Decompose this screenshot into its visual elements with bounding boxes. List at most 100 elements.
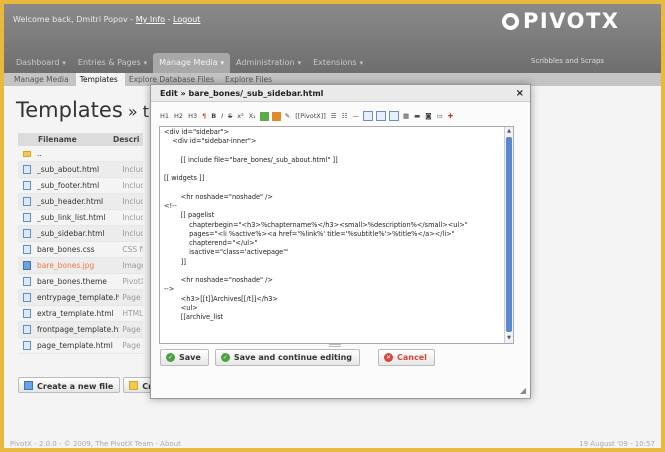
- cancel-icon: ✕: [384, 353, 393, 362]
- grid-icon[interactable]: ▦: [402, 112, 410, 120]
- paragraph-icon[interactable]: ¶: [201, 112, 207, 120]
- save-button[interactable]: ✓ Save: [160, 349, 209, 366]
- scrollbar-thumb[interactable]: [506, 137, 512, 332]
- file-icon: [23, 197, 31, 206]
- file-name[interactable]: page_template.html: [37, 341, 119, 350]
- file-icon: [23, 181, 31, 190]
- div-icon[interactable]: [375, 111, 386, 121]
- template-code[interactable]: <div id="sidebar"> <div id="sidebar-inne…: [164, 128, 499, 322]
- subtab-templates[interactable]: Templates: [75, 73, 125, 86]
- file-name[interactable]: bare_bones.theme: [37, 277, 119, 286]
- file-name[interactable]: ..: [37, 149, 119, 158]
- main-nav: Dashboard ▾ Entries & Pages ▾ Manage Media…: [10, 53, 369, 73]
- scroll-down-icon[interactable]: ▼: [506, 335, 512, 341]
- column-filename[interactable]: Filename: [18, 135, 108, 146]
- table-row[interactable]: extra_template.htmlHTML t: [18, 306, 143, 322]
- list-icon[interactable]: ☰: [330, 112, 338, 120]
- table-row[interactable]: _sub_about.html Includ: [18, 162, 143, 178]
- file-name[interactable]: bare_bones.jpg: [37, 261, 119, 270]
- horizontal-rule-button[interactable]: —: [351, 112, 360, 120]
- editor-scrollbar[interactable]: ▲ ▼: [504, 127, 513, 343]
- comment-icon[interactable]: ▭: [436, 112, 444, 120]
- table-row[interactable]: bare_bones.themePivotX: [18, 274, 143, 290]
- dialog-buttons: ✓ Save ✓ Save and continue editing ✕ Cancel: [160, 349, 435, 366]
- superscript-button[interactable]: x²: [236, 112, 244, 120]
- heading3-button[interactable]: H3: [187, 112, 198, 120]
- heading2-button[interactable]: H2: [173, 112, 184, 120]
- edit-template-dialog: Edit » bare_bones/_sub_sidebar.html × H1…: [150, 84, 531, 399]
- welcome-text: Welcome back, Dmitri Popov - My Info - L…: [13, 15, 200, 24]
- table-row[interactable]: _sub_footer.html Includ: [18, 178, 143, 194]
- subscript-button[interactable]: X₁: [248, 112, 257, 120]
- file-description: Page te: [122, 341, 143, 350]
- footer: PivotX - 2.0.0 - © 2009, The PivotX Team…: [4, 440, 661, 448]
- file-name[interactable]: _sub_header.html: [37, 197, 119, 206]
- nav-dashboard[interactable]: Dashboard ▾: [10, 53, 72, 73]
- subtab-manage-media[interactable]: Manage Media: [10, 73, 76, 86]
- pencil-icon[interactable]: ✎: [284, 112, 291, 120]
- table-row[interactable]: frontpage_template.htmlPage te: [18, 322, 143, 338]
- nav-extensions-label: Extensions: [313, 58, 357, 67]
- save-continue-button[interactable]: ✓ Save and continue editing: [214, 349, 360, 366]
- dialog-resize-handle-icon[interactable]: ◢: [520, 386, 526, 395]
- table-row[interactable]: _sub_link_list.html Includ: [18, 210, 143, 226]
- pivotx-tag-button[interactable]: [[PivotX]]: [294, 112, 327, 120]
- insert-icon[interactable]: ▬: [413, 112, 421, 120]
- file-icon: [23, 341, 31, 350]
- table-row[interactable]: _sub_header.html Includ: [18, 194, 143, 210]
- link-icon[interactable]: [259, 111, 269, 121]
- nav-extensions[interactable]: Extensions ▾: [307, 53, 369, 73]
- table-row[interactable]: _sub_sidebar.html Includ: [18, 226, 143, 242]
- strikethrough-button[interactable]: S: [227, 112, 233, 120]
- editor-toolbar: H1 H2 H3 ¶ B I S x² X₁ ✎ [[PivotX]] ☰ ☷ …: [159, 109, 522, 123]
- file-name[interactable]: _sub_footer.html: [37, 181, 119, 190]
- table-row[interactable]: page_template.htmlPage te: [18, 338, 143, 354]
- span-icon[interactable]: [388, 111, 399, 121]
- site-tagline: Scribbles and Scraps: [531, 57, 605, 65]
- create-new-file-label: Create a new file: [37, 382, 114, 391]
- chevron-down-icon: ▾: [143, 59, 148, 67]
- file-description: Page te: [122, 293, 143, 302]
- nav-manage-media[interactable]: Manage Media ▾: [153, 53, 231, 73]
- my-info-link[interactable]: My Info: [136, 15, 165, 24]
- file-name[interactable]: frontpage_template.html: [37, 325, 119, 334]
- table-row[interactable]: bare_bones.jpgImage,: [18, 258, 143, 274]
- scroll-up-icon[interactable]: ▲: [506, 128, 512, 134]
- table-row[interactable]: entrypage_template.htmlPage te: [18, 290, 143, 306]
- bold-button[interactable]: B: [210, 112, 217, 120]
- logout-link[interactable]: Logout: [173, 15, 200, 24]
- welcome-prefix: Welcome back, Dmitri Popov -: [13, 15, 136, 24]
- ordered-list-icon[interactable]: ☷: [341, 112, 349, 120]
- close-icon[interactable]: ×: [516, 88, 524, 99]
- cancel-button[interactable]: ✕ Cancel: [378, 349, 435, 366]
- preview-icon[interactable]: ◙: [424, 112, 432, 120]
- logo-text: PIVOTX: [523, 9, 620, 33]
- file-name[interactable]: extra_template.html: [37, 309, 119, 318]
- file-name[interactable]: _sub_link_list.html: [37, 213, 119, 222]
- chevron-down-icon: ▾: [220, 59, 225, 67]
- file-description: HTML t: [122, 309, 143, 318]
- pivotx-logo[interactable]: PIVOTX: [502, 9, 619, 33]
- create-new-file-button[interactable]: Create a new file: [18, 377, 121, 393]
- italic-button[interactable]: I: [220, 112, 224, 120]
- file-name[interactable]: entrypage_template.html: [37, 293, 119, 302]
- nav-administration[interactable]: Administration ▾: [230, 53, 307, 73]
- heading1-button[interactable]: H1: [159, 112, 170, 120]
- column-description[interactable]: Descri: [108, 135, 140, 146]
- file-name[interactable]: _sub_about.html: [37, 165, 119, 174]
- file-description: CSS fil: [122, 245, 143, 254]
- code-editor[interactable]: <div id="sidebar"> <div id="sidebar-inne…: [159, 126, 514, 344]
- file-name[interactable]: bare_bones.css: [37, 245, 119, 254]
- cancel-label: Cancel: [397, 353, 427, 362]
- file-icon: [23, 245, 31, 254]
- file-name[interactable]: _sub_sidebar.html: [37, 229, 119, 238]
- footer-datetime: 19 August '09 - 10:57: [579, 440, 655, 448]
- editor-resize-grip[interactable]: [329, 344, 341, 347]
- nav-entries-pages[interactable]: Entries & Pages ▾: [72, 53, 153, 73]
- table-row[interactable]: bare_bones.cssCSS fil: [18, 242, 143, 258]
- folder-icon: [23, 150, 31, 157]
- image-insert-icon[interactable]: [271, 111, 281, 121]
- table-row[interactable]: ..: [18, 146, 143, 162]
- table-icon[interactable]: [362, 111, 373, 121]
- help-icon[interactable]: ✚: [447, 112, 454, 120]
